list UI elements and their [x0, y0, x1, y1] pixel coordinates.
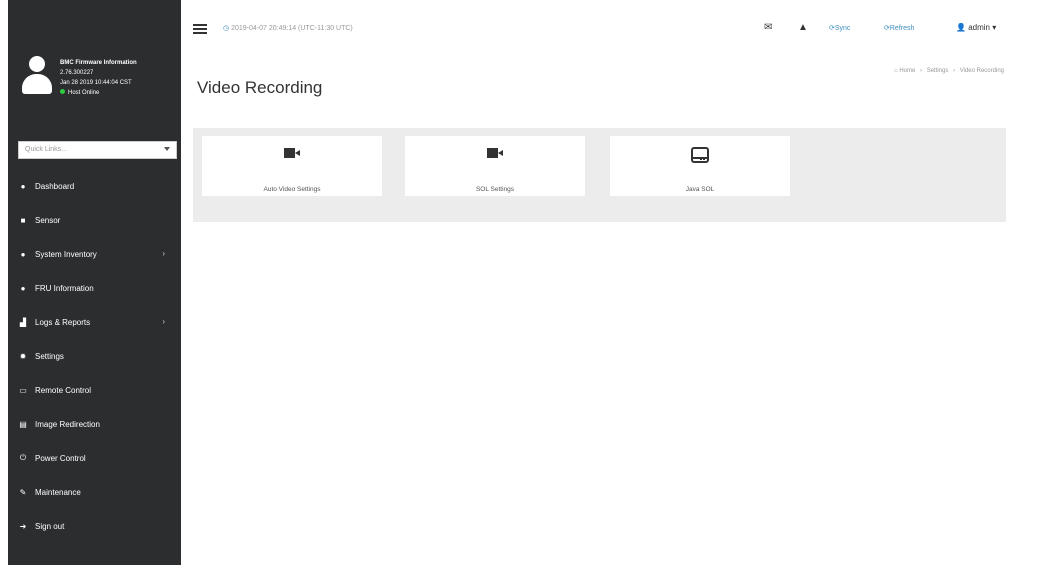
- sidebar-item-system-inventory[interactable]: ● System Inventory ›: [8, 237, 181, 271]
- sidebar-item-label: Power Control: [35, 453, 86, 463]
- breadcrumb: ⌂ Home › Settings › Video Recording: [894, 68, 1004, 74]
- firmware-date: Jan 28 2019 10:44:04 CST: [60, 80, 132, 86]
- sol-settings-tile[interactable]: SOL Settings: [405, 136, 585, 196]
- username: admin: [968, 23, 990, 32]
- tile-label: Auto Video Settings: [263, 186, 321, 193]
- top-navbar: ◷ 2019-04-07 20:49:14 (UTC-11:30 UTC) ✉ ▲…: [181, 0, 1037, 56]
- monitor-icon: ▭: [19, 385, 27, 395]
- sidebar-item-dashboard[interactable]: ● Dashboard: [8, 169, 181, 203]
- java-sol-tile[interactable]: Java SOL: [610, 136, 790, 196]
- chevron-right-icon: ›: [162, 317, 165, 326]
- sidebar-item-sensor[interactable]: ■ Sensor: [8, 203, 181, 237]
- sidebar-item-settings[interactable]: ✹ Settings: [8, 339, 181, 373]
- sign-out-icon: ➜: [19, 521, 27, 531]
- sidebar-item-label: FRU Information: [35, 283, 94, 293]
- sidebar-item-power-control[interactable]: ⏻ Power Control: [8, 441, 181, 475]
- video-camera-icon: [487, 147, 503, 159]
- tile-panel: Auto Video Settings SOL Settings Java SO…: [193, 128, 1006, 222]
- info-icon: ●: [20, 283, 26, 293]
- sync-label: Sync: [834, 25, 851, 32]
- sidebar-item-label: Logs & Reports: [35, 317, 91, 327]
- clock-icon: ◷: [223, 25, 230, 32]
- datetime-text: 2019-04-07 20:49:14 (UTC-11:30 UTC): [231, 25, 353, 32]
- tile-label: SOL Settings: [475, 186, 515, 193]
- hard-drive-icon: [691, 147, 709, 163]
- sidebar-item-label: Sensor: [35, 215, 61, 225]
- envelope-icon[interactable]: ✉: [764, 22, 772, 33]
- sensor-icon: ■: [20, 215, 26, 225]
- sidebar-item-label: Dashboard: [35, 181, 75, 191]
- user-icon: 👤: [956, 23, 966, 32]
- sidebar-item-image-redirection[interactable]: ▤ Image Redirection: [8, 407, 181, 441]
- host-status-label: Host Online: [68, 90, 100, 96]
- sidebar-item-label: Settings: [35, 351, 64, 361]
- dashboard-icon: ●: [20, 181, 26, 191]
- sidebar-item-label: Image Redirection: [35, 419, 100, 429]
- sidebar-item-remote-control[interactable]: ▭ Remote Control: [8, 373, 181, 407]
- info-icon: ●: [20, 249, 26, 259]
- sidebar-menu: ● Dashboard ■ Sensor ● System Inventory …: [8, 169, 181, 543]
- sidebar-item-logs-reports[interactable]: ▟ Logs & Reports ›: [8, 305, 181, 339]
- home-icon: ⌂: [894, 68, 898, 74]
- sidebar-item-sign-out[interactable]: ➜ Sign out: [8, 509, 181, 543]
- breadcrumb-settings[interactable]: Settings: [927, 68, 949, 74]
- refresh-button[interactable]: ⟳Refresh: [884, 24, 914, 32]
- caret-down-icon: ▾: [992, 23, 997, 32]
- tile-label: Java SOL: [685, 186, 715, 193]
- firmware-info: BMC Firmware Information 2.76.300227 Jan…: [60, 58, 137, 98]
- sidebar-item-label: Remote Control: [35, 385, 92, 395]
- user-menu[interactable]: 👤 admin ▾: [956, 23, 996, 32]
- breadcrumb-home[interactable]: Home: [899, 68, 915, 74]
- user-panel: BMC Firmware Information 2.76.300227 Jan…: [8, 0, 181, 130]
- chart-icon: ▟: [19, 317, 27, 327]
- sidebar-item-label: Sign out: [35, 521, 65, 531]
- sidebar: BMC Firmware Information 2.76.300227 Jan…: [8, 0, 181, 565]
- caret-down-icon: [164, 147, 170, 151]
- sidebar-item-maintenance[interactable]: ✎ Maintenance: [8, 475, 181, 509]
- auto-video-settings-tile[interactable]: Auto Video Settings: [202, 136, 382, 196]
- datetime-display: ◷ 2019-04-07 20:49:14 (UTC-11:30 UTC): [223, 24, 353, 32]
- firmware-title: BMC Firmware Information: [60, 60, 137, 66]
- sidebar-item-label: Maintenance: [35, 487, 81, 497]
- sidebar-item-label: System Inventory: [35, 249, 97, 259]
- video-camera-icon: [284, 147, 300, 159]
- breadcrumb-current: Video Recording: [959, 68, 1004, 74]
- disk-icon: ▤: [19, 419, 27, 429]
- hamburger-menu-icon[interactable]: [193, 24, 207, 34]
- warning-icon[interactable]: ▲: [798, 22, 808, 33]
- refresh-label: Refresh: [889, 25, 915, 32]
- sidebar-item-fru-information[interactable]: ● FRU Information: [8, 271, 181, 305]
- quick-links-select[interactable]: Quick Links...: [18, 141, 177, 159]
- quick-links-placeholder: Quick Links...: [25, 146, 68, 153]
- firmware-version: 2.76.300227: [60, 70, 94, 76]
- chevron-right-icon: ›: [162, 249, 165, 258]
- avatar: [20, 56, 54, 96]
- wrench-icon: ✎: [19, 487, 27, 497]
- power-icon: ⏻: [19, 453, 27, 462]
- page-title: Video Recording: [197, 78, 323, 97]
- host-status: Host Online: [60, 88, 137, 98]
- sync-button[interactable]: ⟳Sync: [829, 24, 850, 32]
- gear-icon: ✹: [19, 351, 27, 361]
- status-dot-icon: [60, 89, 65, 94]
